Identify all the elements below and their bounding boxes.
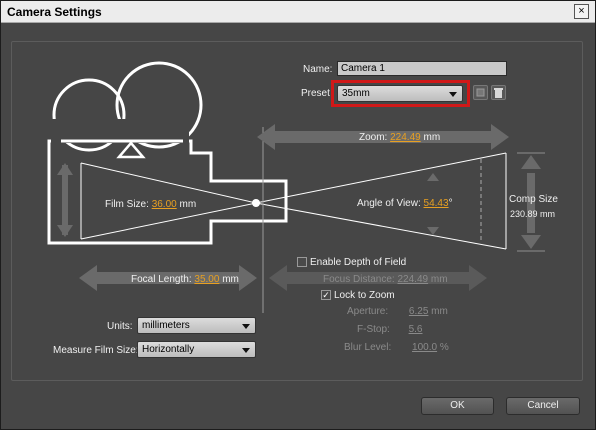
focal-length-value[interactable]: 35.00 <box>194 274 219 285</box>
preset-highlight <box>331 80 470 107</box>
ok-button[interactable]: OK <box>421 397 494 415</box>
comp-size-value: 230.89 mm <box>510 209 556 219</box>
fstop-value: 5.6 <box>408 324 423 335</box>
focal-length-unit: mm <box>222 274 239 285</box>
trash-icon[interactable] <box>491 85 506 100</box>
viewfinder-triangle-icon <box>116 141 146 159</box>
zoom-value[interactable]: 224.49 <box>390 132 421 143</box>
chevron-down-icon <box>242 348 250 353</box>
focus-distance-label: Focus Distance: <box>323 274 395 285</box>
units-value: millimeters <box>142 320 190 331</box>
aperture-unit: mm <box>431 306 448 317</box>
focal-length-readout: Focal Length: 35.00 mm <box>131 274 239 285</box>
angle-unit: ° <box>448 198 453 209</box>
measure-film-size-label: Measure Film Size: <box>53 345 139 356</box>
comp-size-label: Comp Size <box>509 194 558 205</box>
focus-distance-readout: Focus Distance: 224.49 mm <box>323 274 448 285</box>
camera-settings-dialog: Camera Settings × Name: Camera 1 Preset … <box>0 0 596 430</box>
focus-distance-value: 224.49 <box>397 274 429 285</box>
film-size-label: Film Size: <box>105 199 149 210</box>
aperture-label: Aperture: <box>347 306 389 317</box>
window-title: Camera Settings <box>7 5 102 19</box>
camera-outline-icon <box>47 139 288 245</box>
depth-of-field-label[interactable]: Enable Depth of Field <box>310 257 406 268</box>
save-preset-icon[interactable] <box>473 85 488 100</box>
zoom-unit: mm <box>423 132 441 143</box>
film-size-value[interactable]: 36.00 <box>152 199 177 210</box>
units-label: Units: <box>107 321 133 332</box>
name-label: Name: <box>303 64 333 75</box>
film-size-readout: Film Size: 36.00 mm <box>105 199 196 210</box>
camera-diagram <box>47 61 545 313</box>
blur-label: Blur Level: <box>344 342 392 353</box>
aperture-value: 6.25 <box>408 306 429 317</box>
depth-of-field-checkbox[interactable] <box>297 257 307 267</box>
lens-point-icon <box>252 199 260 207</box>
film-size-unit: mm <box>179 199 197 210</box>
angle-value[interactable]: 54.43 <box>424 198 449 209</box>
angle-label: Angle of View: <box>357 198 421 209</box>
cancel-button[interactable]: Cancel <box>506 397 580 415</box>
zoom-readout: Zoom: 224.49 mm <box>359 132 440 143</box>
blur-level-readout: Blur Level: 100.0 % <box>344 342 449 353</box>
preset-label: Preset <box>301 88 330 99</box>
lock-to-zoom-checkbox[interactable]: ✓ <box>321 290 331 300</box>
lock-to-zoom-label[interactable]: Lock to Zoom <box>334 290 395 301</box>
title-bar: Camera Settings × <box>1 1 595 23</box>
focal-length-label: Focal Length: <box>131 274 192 285</box>
measure-value: Horizontally <box>142 344 195 355</box>
blur-value: 100.0 <box>412 342 438 353</box>
name-input[interactable]: Camera 1 <box>337 61 507 76</box>
measure-film-size-dropdown[interactable]: Horizontally <box>137 341 256 358</box>
zoom-label: Zoom: <box>359 132 388 143</box>
focus-distance-unit: mm <box>430 274 448 285</box>
close-icon[interactable]: × <box>574 4 589 19</box>
chevron-down-icon <box>242 324 250 329</box>
blur-unit: % <box>439 342 449 353</box>
units-dropdown[interactable]: millimeters <box>137 317 256 334</box>
angle-of-view-readout: Angle of View: 54.43° <box>357 198 453 209</box>
fstop-readout: F-Stop: 5.6 <box>357 324 422 335</box>
aperture-readout: Aperture: 6.25 mm <box>347 306 448 317</box>
fstop-label: F-Stop: <box>357 324 390 335</box>
